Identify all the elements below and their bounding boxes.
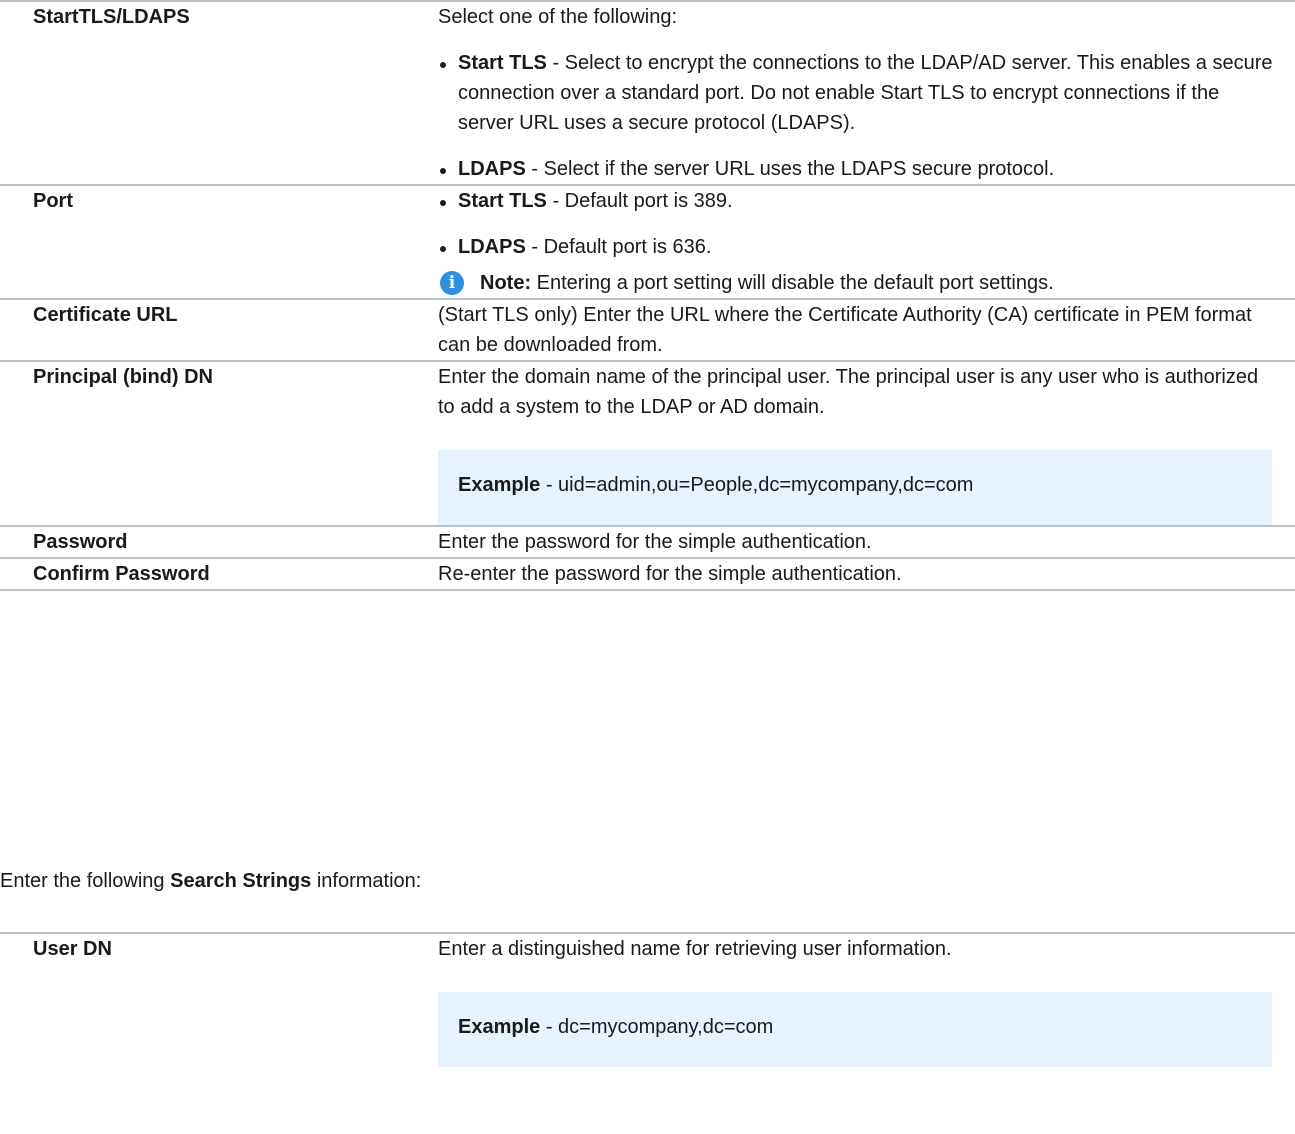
- note-text: Entering a port setting will disable the…: [531, 272, 1054, 294]
- param-intro: Select one of the following:: [438, 6, 678, 28]
- param-description: Re-enter the password for the simple aut…: [438, 563, 902, 585]
- param-description: Start TLS - Default port is 389. LDAPS -…: [438, 185, 1295, 299]
- example-box: Example - uid=admin,ou=People,dc=mycompa…: [438, 450, 1272, 525]
- bullet-text: - Default port is 636.: [525, 236, 712, 258]
- note-label: Note:: [480, 272, 532, 294]
- bullet-term: LDAPS: [458, 158, 526, 180]
- note: i Note: Entering a port setting will dis…: [438, 268, 1273, 298]
- table-row: Principal (bind) DN Enter the domain nam…: [0, 361, 1295, 526]
- search-strings-table: User DN Enter a distinguished name for r…: [0, 932, 1295, 1067]
- param-name: Principal (bind) DN: [33, 366, 213, 388]
- bullet-item: LDAPS - Default port is 636.: [438, 232, 1273, 262]
- example-label: Example: [458, 1016, 541, 1038]
- bullet-term: Start TLS: [458, 190, 547, 212]
- table-row: Certificate URL (Start TLS only) Enter t…: [0, 299, 1295, 361]
- param-name: Confirm Password: [33, 563, 210, 585]
- param-name: StartTLS/LDAPS: [33, 6, 190, 28]
- param-name: Port: [33, 190, 73, 212]
- bullet-text: - Default port is 389.: [546, 190, 733, 212]
- bullet-item: LDAPS - Select if the server URL uses th…: [438, 154, 1273, 184]
- table-row: User DN Enter a distinguished name for r…: [0, 933, 1295, 1067]
- bullet-text: - Select if the server URL uses the LDAP…: [525, 158, 1055, 180]
- info-icon: i: [440, 271, 464, 295]
- table-row: Confirm Password Re-enter the password f…: [0, 558, 1295, 590]
- intro-bold: Search Strings: [170, 870, 312, 892]
- param-name: Password: [33, 531, 128, 553]
- param-description: Select one of the following: Start TLS -…: [438, 1, 1295, 185]
- connection-settings-table: StartTLS/LDAPS Select one of the followi…: [0, 0, 1295, 591]
- param-description: (Start TLS only) Enter the URL where the…: [438, 304, 1252, 356]
- param-name: User DN: [33, 938, 112, 960]
- param-text: Enter the domain name of the principal u…: [438, 366, 1259, 418]
- table-row: StartTLS/LDAPS Select one of the followi…: [0, 1, 1295, 185]
- bullet-item: Start TLS - Select to encrypt the connec…: [438, 48, 1273, 138]
- bullet-text: - Select to encrypt the connections to t…: [458, 52, 1273, 134]
- intro-suffix: information:: [311, 870, 422, 892]
- param-name: Certificate URL: [33, 304, 178, 326]
- example-text: - dc=mycompany,dc=com: [540, 1016, 774, 1038]
- table-row: Port Start TLS - Default port is 389. LD…: [0, 185, 1295, 299]
- example-box: Example - dc=mycompany,dc=com: [438, 992, 1272, 1067]
- example-label: Example: [458, 474, 541, 496]
- search-strings-intro: Enter the following Search Strings infor…: [0, 866, 421, 896]
- bullet-term: Start TLS: [458, 52, 547, 74]
- example-text: - uid=admin,ou=People,dc=mycompany,dc=co…: [540, 474, 974, 496]
- bullet-item: Start TLS - Default port is 389.: [438, 186, 1273, 216]
- bullet-term: LDAPS: [458, 236, 526, 258]
- doc-page: StartTLS/LDAPS Select one of the followi…: [0, 0, 1295, 1134]
- intro-prefix: Enter the following: [0, 870, 171, 892]
- param-description: Enter the domain name of the principal u…: [438, 361, 1295, 526]
- table-row: Password Enter the password for the simp…: [0, 526, 1295, 558]
- param-description: Enter a distinguished name for retrievin…: [438, 933, 1295, 1067]
- param-description: Enter the password for the simple authen…: [438, 531, 872, 553]
- param-text: Enter a distinguished name for retrievin…: [438, 938, 952, 960]
